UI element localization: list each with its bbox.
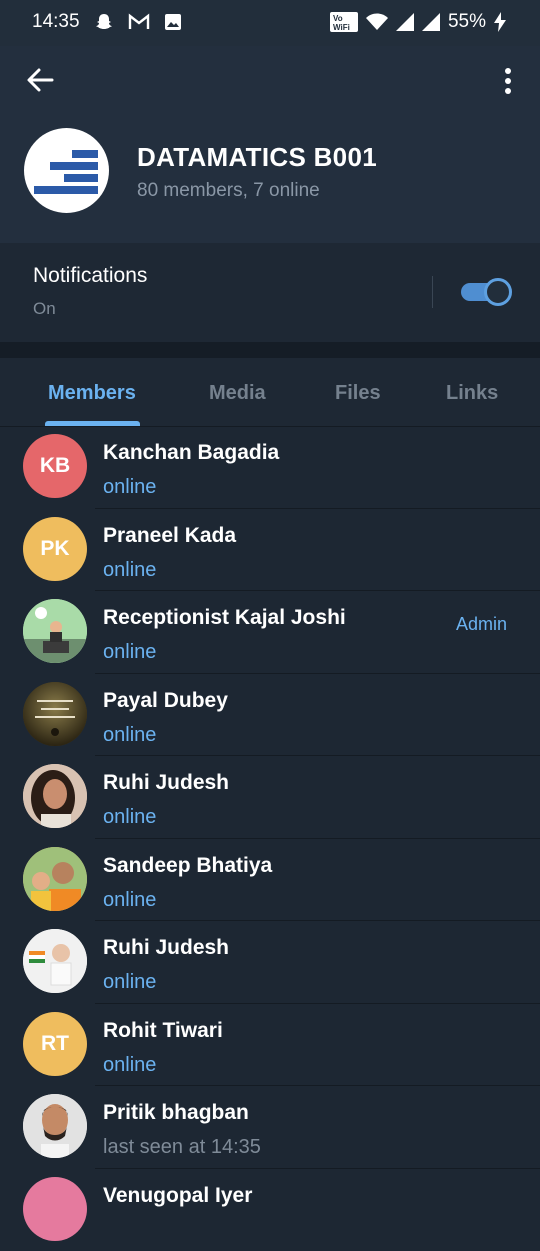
status-bar: 14:35 VoWiFi 55% bbox=[0, 0, 540, 46]
member-row[interactable]: Receptionist Kajal Joshi online Admin bbox=[0, 591, 540, 674]
receptionist-photo bbox=[23, 599, 87, 663]
member-status: online bbox=[103, 724, 156, 747]
avatar: KB bbox=[23, 434, 87, 498]
member-name: Ruhi Judesh bbox=[103, 936, 229, 960]
vowifi-icon: VoWiFi bbox=[330, 12, 358, 32]
member-name: Payal Dubey bbox=[103, 689, 228, 713]
avatar-initials: KB bbox=[40, 454, 70, 478]
member-status: online bbox=[103, 476, 156, 499]
member-row[interactable]: Pritik bhagban last seen at 14:35 bbox=[0, 1086, 540, 1169]
notifications-label: Notifications bbox=[33, 264, 147, 288]
member-status: online bbox=[103, 971, 156, 994]
toggle-knob bbox=[484, 278, 512, 306]
member-status: online bbox=[103, 806, 156, 829]
member-row[interactable]: PK Praneel Kada online bbox=[0, 509, 540, 592]
tab-members[interactable]: Members bbox=[48, 382, 136, 405]
avatar bbox=[23, 1177, 87, 1241]
signal-icon bbox=[396, 13, 414, 31]
member-status: online bbox=[103, 559, 156, 582]
member-row[interactable]: Ruhi Judesh online bbox=[0, 756, 540, 839]
tab-bar: Members Media Files Links bbox=[0, 358, 540, 427]
member-name: Sandeep Bhatiya bbox=[103, 854, 272, 878]
quote-image bbox=[23, 682, 87, 746]
member-name: Rohit Tiwari bbox=[103, 1019, 223, 1043]
member-row[interactable]: KB Kanchan Bagadia online bbox=[0, 426, 540, 509]
profile-photo bbox=[23, 1094, 87, 1158]
gmail-icon bbox=[128, 13, 150, 31]
avatar: RT bbox=[23, 1012, 87, 1076]
more-options-icon[interactable] bbox=[502, 66, 514, 96]
svg-text:Vo: Vo bbox=[333, 14, 343, 23]
notifications-toggle[interactable] bbox=[461, 278, 511, 306]
group-member-count: 80 members, 7 online bbox=[137, 180, 320, 202]
member-status: online bbox=[103, 889, 156, 912]
member-status: last seen at 14:35 bbox=[103, 1136, 261, 1159]
member-name: Pritik bhagban bbox=[103, 1101, 249, 1125]
section-divider bbox=[0, 342, 540, 358]
member-name: Ruhi Judesh bbox=[103, 771, 229, 795]
avatar bbox=[23, 682, 87, 746]
member-row[interactable]: RT Rohit Tiwari online bbox=[0, 1004, 540, 1087]
members-list: KB Kanchan Bagadia online PK Praneel Kad… bbox=[0, 426, 540, 1251]
group-header: DATAMATICS B001 80 members, 7 online bbox=[0, 46, 540, 243]
member-status: online bbox=[103, 641, 156, 664]
avatar-initials: PK bbox=[40, 537, 69, 561]
tab-links[interactable]: Links bbox=[446, 382, 498, 405]
member-name: Venugopal Iyer bbox=[103, 1184, 252, 1208]
avatar bbox=[23, 599, 87, 663]
member-name: Kanchan Bagadia bbox=[103, 441, 279, 465]
group-avatar[interactable] bbox=[24, 128, 109, 213]
back-arrow-icon[interactable] bbox=[24, 64, 56, 96]
notifications-value: On bbox=[33, 299, 56, 319]
gallery-icon bbox=[164, 13, 182, 31]
member-status: online bbox=[103, 1054, 156, 1077]
member-name: Praneel Kada bbox=[103, 524, 236, 548]
member-row[interactable]: Venugopal Iyer bbox=[0, 1169, 540, 1251]
avatar-initials: RT bbox=[41, 1032, 69, 1056]
avatar bbox=[23, 929, 87, 993]
divider bbox=[432, 276, 433, 308]
avatar bbox=[23, 1094, 87, 1158]
profile-photo bbox=[23, 764, 87, 828]
profile-photo bbox=[23, 929, 87, 993]
avatar bbox=[23, 847, 87, 911]
svg-text:WiFi: WiFi bbox=[333, 23, 350, 32]
avatar bbox=[23, 764, 87, 828]
group-title: DATAMATICS B001 bbox=[137, 142, 377, 173]
wifi-icon bbox=[366, 13, 388, 31]
member-name: Receptionist Kajal Joshi bbox=[103, 606, 346, 630]
avatar: PK bbox=[23, 517, 87, 581]
member-row[interactable]: Ruhi Judesh online bbox=[0, 921, 540, 1004]
datamatics-logo-icon bbox=[24, 128, 109, 213]
status-time: 14:35 bbox=[32, 11, 80, 33]
charging-icon bbox=[494, 12, 506, 32]
admin-badge: Admin bbox=[456, 614, 507, 635]
notifications-row[interactable]: Notifications On bbox=[0, 243, 540, 342]
member-row[interactable]: Payal Dubey online bbox=[0, 674, 540, 757]
signal-icon bbox=[422, 13, 440, 31]
profile-photo bbox=[23, 847, 87, 911]
tab-media[interactable]: Media bbox=[209, 382, 266, 405]
battery-percent: 55% bbox=[448, 11, 486, 33]
member-row[interactable]: Sandeep Bhatiya online bbox=[0, 839, 540, 922]
snapchat-icon bbox=[94, 12, 114, 32]
tab-files[interactable]: Files bbox=[335, 382, 381, 405]
